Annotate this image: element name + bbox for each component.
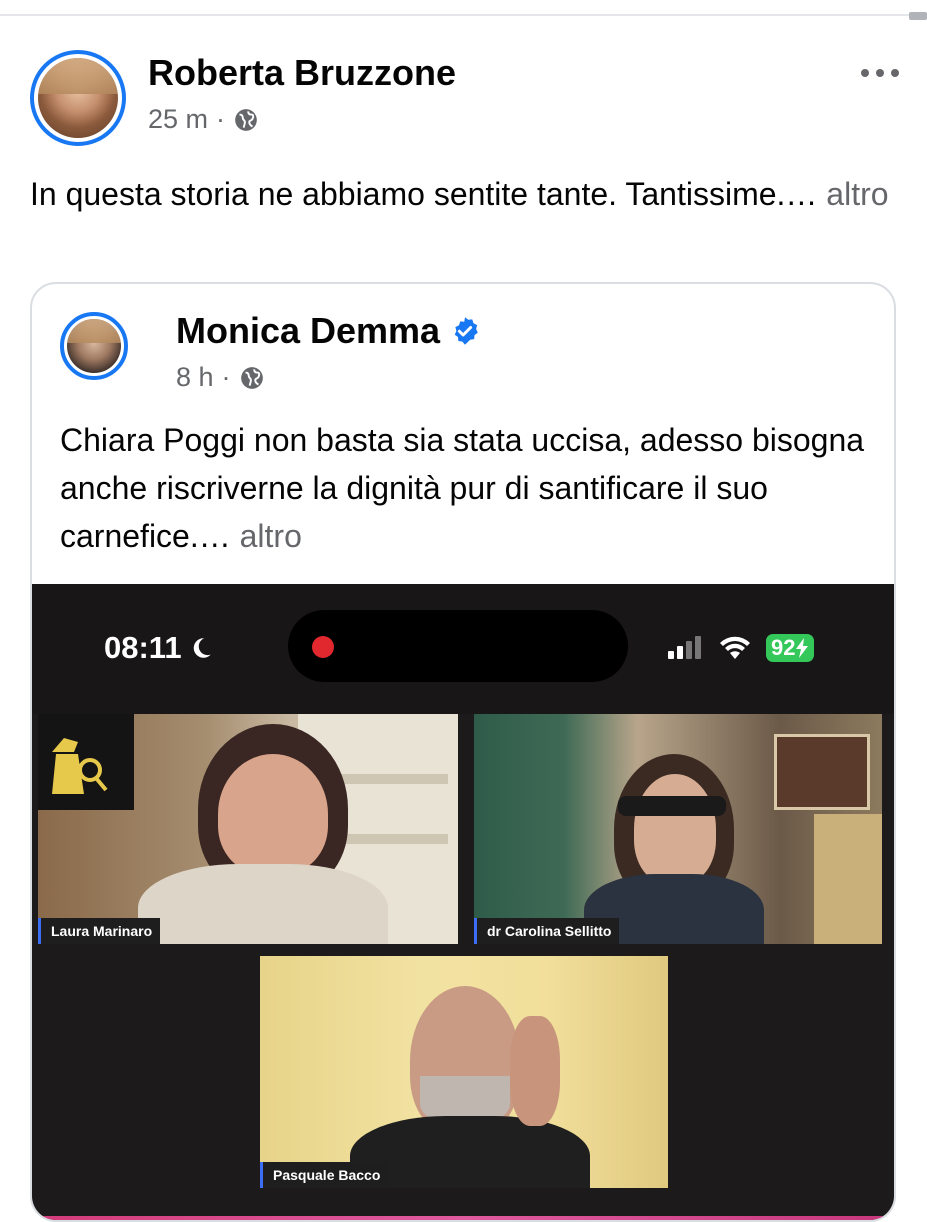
shared-post-time[interactable]: 8 h bbox=[176, 362, 214, 393]
video-progress-strip bbox=[32, 1216, 894, 1220]
post-time[interactable]: 25 m bbox=[148, 104, 208, 135]
shared-post-text: Chiara Poggi non basta sia stata uccisa,… bbox=[60, 416, 880, 560]
battery-level: 92 bbox=[771, 635, 796, 660]
meta-separator: · bbox=[221, 362, 231, 392]
bookshelf bbox=[814, 814, 882, 944]
detective-logo-icon bbox=[38, 714, 134, 810]
phone-status-bar: 08:11 92 bbox=[32, 584, 894, 714]
participant-tile-3: Pasquale Bacco bbox=[260, 956, 668, 1188]
channel-logo bbox=[38, 714, 134, 810]
participant-tile-2: dr Carolina Sellitto bbox=[474, 714, 882, 944]
post-text: In questa storia ne abbiamo sentite tant… bbox=[30, 170, 890, 218]
dynamic-island bbox=[288, 610, 628, 682]
participant-face bbox=[218, 754, 328, 874]
participant-tile-1: Laura Marinaro bbox=[38, 714, 458, 944]
status-clock: 08:11 bbox=[104, 630, 214, 666]
post-header: Roberta Bruzzone 25 m · bbox=[30, 48, 910, 148]
verified-badge-icon bbox=[454, 317, 478, 345]
shared-post-header: Monica Demma 8 h · bbox=[60, 306, 860, 396]
battery-indicator: 92 bbox=[766, 634, 815, 662]
scrollbar-indicator[interactable] bbox=[909, 12, 927, 20]
more-dot bbox=[876, 69, 884, 77]
post-meta: 25 m · bbox=[148, 104, 259, 135]
more-dot bbox=[891, 69, 899, 77]
shared-author-name-row: Monica Demma bbox=[176, 310, 480, 352]
shared-author-avatar[interactable] bbox=[60, 312, 128, 380]
video-attachment[interactable]: 08:11 92 Laura Marinaro dr Carolina Sell… bbox=[32, 584, 894, 1220]
shared-post-card[interactable]: Monica Demma 8 h · Chiara Poggi non bast… bbox=[30, 282, 896, 1222]
participant-body bbox=[138, 864, 388, 944]
participant-name-label: Pasquale Bacco bbox=[260, 1162, 389, 1188]
globe-icon bbox=[235, 108, 257, 131]
wifi-icon bbox=[720, 636, 750, 659]
charging-bolt-icon bbox=[796, 638, 809, 658]
recording-dot-icon bbox=[312, 636, 334, 658]
shared-post-meta: 8 h · bbox=[176, 362, 265, 393]
status-time: 08:11 bbox=[104, 630, 182, 665]
sunglasses bbox=[618, 796, 726, 816]
participant-face bbox=[634, 774, 716, 884]
meta-separator: · bbox=[216, 104, 226, 134]
status-icons: 92 bbox=[668, 634, 815, 662]
participant-hand bbox=[510, 1016, 560, 1126]
cellular-signal-icon bbox=[668, 636, 701, 659]
moon-icon bbox=[193, 638, 211, 658]
shared-post-body: Chiara Poggi non basta sia stata uccisa,… bbox=[60, 422, 865, 554]
post-options-button[interactable] bbox=[852, 58, 908, 88]
participant-name-label: dr Carolina Sellitto bbox=[474, 918, 620, 944]
wall-painting bbox=[774, 734, 870, 810]
globe-icon bbox=[240, 366, 263, 389]
more-horizontal-icon bbox=[861, 69, 869, 77]
participant-name-label: Laura Marinaro bbox=[38, 918, 161, 944]
post-body: In questa storia ne abbiamo sentite tant… bbox=[30, 176, 818, 212]
author-avatar[interactable] bbox=[30, 50, 126, 146]
shared-author-avatar-image bbox=[67, 319, 121, 373]
shared-author-name[interactable]: Monica Demma bbox=[176, 310, 440, 352]
see-more-link[interactable]: altro bbox=[826, 176, 888, 212]
author-name[interactable]: Roberta Bruzzone bbox=[148, 52, 456, 94]
author-avatar-image bbox=[38, 58, 118, 138]
top-divider bbox=[0, 14, 927, 16]
see-more-link[interactable]: altro bbox=[240, 518, 302, 554]
